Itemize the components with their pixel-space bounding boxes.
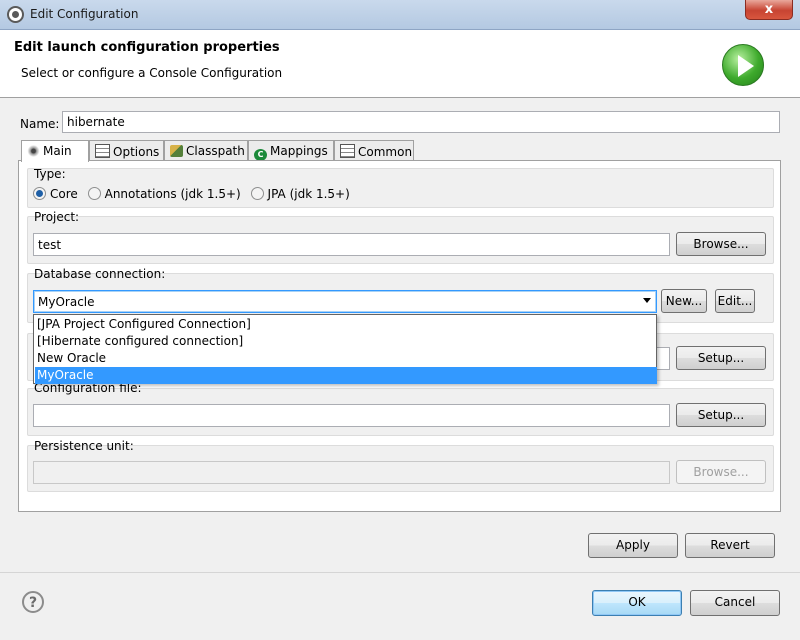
header-subtitle: Select or configure a Console Configurat… xyxy=(21,66,283,80)
project-input[interactable]: test xyxy=(33,233,670,256)
close-button[interactable]: x xyxy=(745,0,793,20)
dropdown-option[interactable]: [Hibernate configured connection] xyxy=(35,333,657,350)
radio-icon xyxy=(87,187,101,200)
title-bar: Edit Configuration xyxy=(0,0,800,30)
database-label: Database connection: xyxy=(34,267,166,281)
persistence-unit-label: Persistence unit: xyxy=(34,439,134,453)
persistence-unit-browse-button: Browse... xyxy=(676,460,766,484)
database-connection-dropdown: [JPA Project Configured Connection] [Hib… xyxy=(33,314,657,384)
table-icon xyxy=(340,144,355,158)
dropdown-option-selected[interactable]: MyOracle xyxy=(35,367,657,384)
radio-icon xyxy=(250,187,264,200)
tab-common[interactable]: Common xyxy=(334,140,414,161)
type-label: Type: xyxy=(34,167,66,181)
persistence-unit-input xyxy=(33,461,670,484)
window-title: Edit Configuration xyxy=(30,7,139,21)
table-icon xyxy=(95,144,110,158)
main-tab-icon xyxy=(27,145,40,157)
ok-button[interactable]: OK xyxy=(592,590,682,616)
radio-selected-icon xyxy=(33,187,46,200)
radio-label: Core xyxy=(50,187,78,201)
dropdown-option[interactable]: New Oracle xyxy=(35,350,657,367)
project-browse-button[interactable]: Browse... xyxy=(676,232,766,256)
chevron-down-icon[interactable] xyxy=(643,298,651,303)
setup-button[interactable]: Setup... xyxy=(676,346,766,370)
radio-label: JPA (jdk 1.5+) xyxy=(267,187,350,201)
configuration-file-setup-button[interactable]: Setup... xyxy=(676,403,766,427)
tab-label: Common xyxy=(358,145,413,159)
type-radio-group: Core Annotations (jdk 1.5+) JPA (jdk 1.5… xyxy=(33,187,350,201)
radio-core[interactable]: Core xyxy=(33,187,78,201)
tab-label: Classpath xyxy=(186,144,245,158)
radio-annotations[interactable]: Annotations (jdk 1.5+) xyxy=(87,187,241,201)
database-connection-select[interactable]: MyOracle xyxy=(33,290,657,313)
run-icon xyxy=(722,44,764,86)
tab-classpath[interactable]: Classpath xyxy=(164,140,248,161)
tab-label: Options xyxy=(113,145,160,159)
dropdown-option[interactable]: [JPA Project Configured Connection] xyxy=(35,316,657,333)
cancel-button[interactable]: Cancel xyxy=(690,590,780,616)
hibernate-app-icon xyxy=(7,6,24,23)
apply-button[interactable]: Apply xyxy=(588,533,678,558)
tab-label: Main xyxy=(43,144,72,158)
tab-mappings[interactable]: C Mappings xyxy=(248,140,334,161)
revert-button[interactable]: Revert xyxy=(685,533,775,558)
project-label: Project: xyxy=(34,210,80,224)
configuration-file-input[interactable] xyxy=(33,404,670,427)
new-connection-button[interactable]: New... xyxy=(661,289,707,313)
help-icon[interactable]: ? xyxy=(22,591,44,613)
tab-label: Mappings xyxy=(270,144,328,158)
dialog-header: Edit launch configuration properties Sel… xyxy=(0,30,800,98)
edit-connection-button[interactable]: Edit... xyxy=(715,289,755,313)
tab-main[interactable]: Main xyxy=(21,140,89,162)
header-title: Edit launch configuration properties xyxy=(14,40,280,55)
tab-options[interactable]: Options xyxy=(89,140,164,161)
radio-label: Annotations (jdk 1.5+) xyxy=(104,187,241,201)
footer-divider xyxy=(0,572,800,573)
radio-jpa[interactable]: JPA (jdk 1.5+) xyxy=(250,187,350,201)
name-label: Name: xyxy=(20,117,60,131)
name-input[interactable]: hibernate xyxy=(62,111,780,133)
classpath-icon xyxy=(170,145,183,157)
